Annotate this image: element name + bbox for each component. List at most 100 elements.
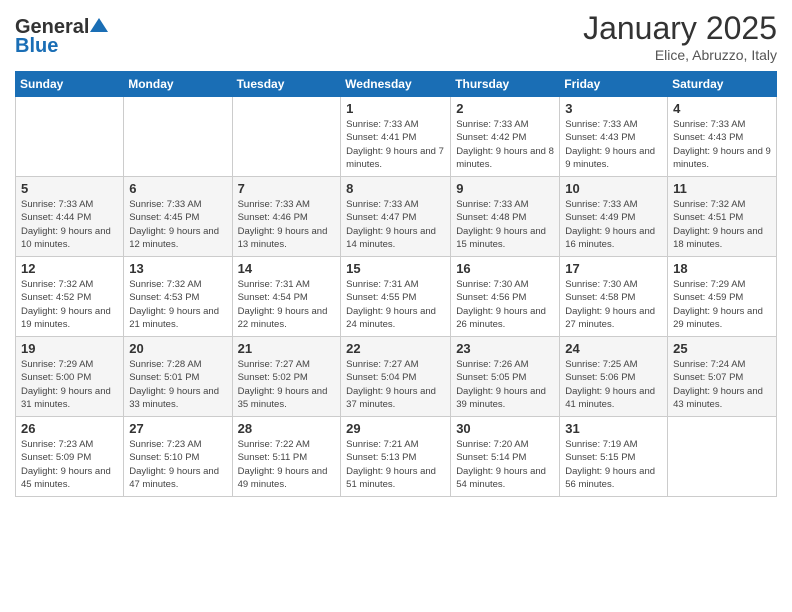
day-info: Sunrise: 7:30 AMSunset: 4:58 PMDaylight:… (565, 278, 662, 331)
day-info: Sunrise: 7:32 AMSunset: 4:51 PMDaylight:… (673, 198, 771, 251)
day-info: Sunrise: 7:33 AMSunset: 4:49 PMDaylight:… (565, 198, 662, 251)
calendar-cell: 21 Sunrise: 7:27 AMSunset: 5:02 PMDayligh… (232, 337, 341, 417)
calendar-cell: 23Sunrise: 7:26 AMSunset: 5:05 PMDayligh… (451, 337, 560, 417)
day-number: 6 (129, 181, 226, 196)
day-info: Sunrise: 7:33 AMSunset: 4:46 PMDaylight:… (238, 198, 336, 251)
calendar-cell: 29 Sunrise: 7:21 AMSunset: 5:13 PMDayligh… (341, 417, 451, 497)
day-number: 3 (565, 101, 662, 116)
calendar-table: SundayMondayTuesdayWednesdayThursdayFrid… (15, 71, 777, 497)
day-info: Sunrise: 7:33 AMSunset: 4:42 PMDaylight:… (456, 118, 554, 171)
calendar-cell: 31Sunrise: 7:19 AMSunset: 5:15 PMDayligh… (560, 417, 668, 497)
day-info: Sunrise: 7:21 AMSunset: 5:13 PMDaylight:… (346, 438, 445, 491)
calendar-cell: 22 Sunrise: 7:27 AMSunset: 5:04 PMDayligh… (341, 337, 451, 417)
weekday-header: Wednesday (341, 72, 451, 97)
calendar-cell (124, 97, 232, 177)
day-number: 11 (673, 181, 771, 196)
day-info: Sunrise: 7:23 AMSunset: 5:09 PMDaylight:… (21, 438, 118, 491)
logo: General Blue (15, 16, 108, 58)
calendar-cell: 24Sunrise: 7:25 AMSunset: 5:06 PMDayligh… (560, 337, 668, 417)
calendar-cell: 4 Sunrise: 7:33 AMSunset: 4:43 PMDaylight… (668, 97, 777, 177)
day-info: Sunrise: 7:25 AMSunset: 5:06 PMDaylight:… (565, 358, 662, 411)
day-number: 30 (456, 421, 554, 436)
day-number: 13 (129, 261, 226, 276)
day-info: Sunrise: 7:33 AMSunset: 4:45 PMDaylight:… (129, 198, 226, 251)
calendar-cell: 9 Sunrise: 7:33 AMSunset: 4:48 PMDaylight… (451, 177, 560, 257)
day-info: Sunrise: 7:31 AMSunset: 4:54 PMDaylight:… (238, 278, 336, 331)
day-info: Sunrise: 7:23 AMSunset: 5:10 PMDaylight:… (129, 438, 226, 491)
calendar-cell (232, 97, 341, 177)
day-info: Sunrise: 7:26 AMSunset: 5:05 PMDaylight:… (456, 358, 554, 411)
calendar-cell: 27 Sunrise: 7:23 AMSunset: 5:10 PMDayligh… (124, 417, 232, 497)
calendar-week-row: 5 Sunrise: 7:33 AMSunset: 4:44 PMDaylight… (16, 177, 777, 257)
day-info: Sunrise: 7:20 AMSunset: 5:14 PMDaylight:… (456, 438, 554, 491)
day-info: Sunrise: 7:33 AMSunset: 4:44 PMDaylight:… (21, 198, 118, 251)
day-number: 15 (346, 261, 445, 276)
day-info: Sunrise: 7:29 AMSunset: 5:00 PMDaylight:… (21, 358, 118, 411)
day-number: 22 (346, 341, 445, 356)
day-number: 21 (238, 341, 336, 356)
day-info: Sunrise: 7:22 AMSunset: 5:11 PMDaylight:… (238, 438, 336, 491)
calendar-cell (16, 97, 124, 177)
calendar-cell: 16 Sunrise: 7:30 AMSunset: 4:56 PMDayligh… (451, 257, 560, 337)
calendar-cell: 6 Sunrise: 7:33 AMSunset: 4:45 PMDaylight… (124, 177, 232, 257)
logo-triangle-icon (90, 16, 108, 34)
day-number: 10 (565, 181, 662, 196)
day-number: 18 (673, 261, 771, 276)
weekday-header: Tuesday (232, 72, 341, 97)
day-info: Sunrise: 7:33 AMSunset: 4:48 PMDaylight:… (456, 198, 554, 251)
location: Elice, Abruzzo, Italy (583, 47, 777, 63)
calendar-cell: 26Sunrise: 7:23 AMSunset: 5:09 PMDayligh… (16, 417, 124, 497)
calendar-cell: 2Sunrise: 7:33 AMSunset: 4:42 PMDaylight… (451, 97, 560, 177)
month-title: January 2025 (583, 10, 777, 47)
day-info: Sunrise: 7:29 AMSunset: 4:59 PMDaylight:… (673, 278, 771, 331)
day-info: Sunrise: 7:30 AMSunset: 4:56 PMDaylight:… (456, 278, 554, 331)
calendar-cell: 18 Sunrise: 7:29 AMSunset: 4:59 PMDayligh… (668, 257, 777, 337)
day-number: 28 (238, 421, 336, 436)
day-info: Sunrise: 7:33 AMSunset: 4:43 PMDaylight:… (673, 118, 771, 171)
calendar-cell: 5 Sunrise: 7:33 AMSunset: 4:44 PMDaylight… (16, 177, 124, 257)
calendar-cell: 15Sunrise: 7:31 AMSunset: 4:55 PMDayligh… (341, 257, 451, 337)
calendar-cell: 8Sunrise: 7:33 AMSunset: 4:47 PMDaylight… (341, 177, 451, 257)
day-number: 14 (238, 261, 336, 276)
day-info: Sunrise: 7:33 AMSunset: 4:41 PMDaylight:… (346, 118, 445, 171)
calendar-week-row: 1 Sunrise: 7:33 AMSunset: 4:41 PMDaylight… (16, 97, 777, 177)
calendar-cell: 7 Sunrise: 7:33 AMSunset: 4:46 PMDaylight… (232, 177, 341, 257)
day-number: 17 (565, 261, 662, 276)
calendar-cell: 3Sunrise: 7:33 AMSunset: 4:43 PMDaylight… (560, 97, 668, 177)
page-container: General Blue January 2025 Elice, Abruzzo… (0, 0, 792, 507)
day-number: 29 (346, 421, 445, 436)
day-number: 7 (238, 181, 336, 196)
weekday-header: Thursday (451, 72, 560, 97)
calendar-week-row: 19 Sunrise: 7:29 AMSunset: 5:00 PMDayligh… (16, 337, 777, 417)
day-number: 20 (129, 341, 226, 356)
calendar-cell: 14 Sunrise: 7:31 AMSunset: 4:54 PMDayligh… (232, 257, 341, 337)
calendar-cell: 12Sunrise: 7:32 AMSunset: 4:52 PMDayligh… (16, 257, 124, 337)
day-info: Sunrise: 7:32 AMSunset: 4:53 PMDaylight:… (129, 278, 226, 331)
day-info: Sunrise: 7:24 AMSunset: 5:07 PMDaylight:… (673, 358, 771, 411)
day-number: 31 (565, 421, 662, 436)
day-number: 16 (456, 261, 554, 276)
weekday-header: Monday (124, 72, 232, 97)
calendar-cell: 11 Sunrise: 7:32 AMSunset: 4:51 PMDayligh… (668, 177, 777, 257)
day-info: Sunrise: 7:28 AMSunset: 5:01 PMDaylight:… (129, 358, 226, 411)
day-number: 27 (129, 421, 226, 436)
calendar-cell: 17 Sunrise: 7:30 AMSunset: 4:58 PMDayligh… (560, 257, 668, 337)
calendar-cell: 19 Sunrise: 7:29 AMSunset: 5:00 PMDayligh… (16, 337, 124, 417)
day-info: Sunrise: 7:27 AMSunset: 5:04 PMDaylight:… (346, 358, 445, 411)
calendar-cell: 30 Sunrise: 7:20 AMSunset: 5:14 PMDayligh… (451, 417, 560, 497)
day-number: 8 (346, 181, 445, 196)
day-info: Sunrise: 7:32 AMSunset: 4:52 PMDaylight:… (21, 278, 118, 331)
day-number: 5 (21, 181, 118, 196)
day-number: 1 (346, 101, 445, 116)
calendar-cell: 28 Sunrise: 7:22 AMSunset: 5:11 PMDayligh… (232, 417, 341, 497)
day-number: 19 (21, 341, 118, 356)
calendar-cell: 13 Sunrise: 7:32 AMSunset: 4:53 PMDayligh… (124, 257, 232, 337)
calendar-week-row: 26Sunrise: 7:23 AMSunset: 5:09 PMDayligh… (16, 417, 777, 497)
title-section: January 2025 Elice, Abruzzo, Italy (583, 10, 777, 63)
day-number: 9 (456, 181, 554, 196)
day-info: Sunrise: 7:27 AMSunset: 5:02 PMDaylight:… (238, 358, 336, 411)
calendar-cell: 20 Sunrise: 7:28 AMSunset: 5:01 PMDayligh… (124, 337, 232, 417)
logo-blue: Blue (15, 35, 58, 58)
calendar-cell: 10 Sunrise: 7:33 AMSunset: 4:49 PMDayligh… (560, 177, 668, 257)
day-number: 4 (673, 101, 771, 116)
